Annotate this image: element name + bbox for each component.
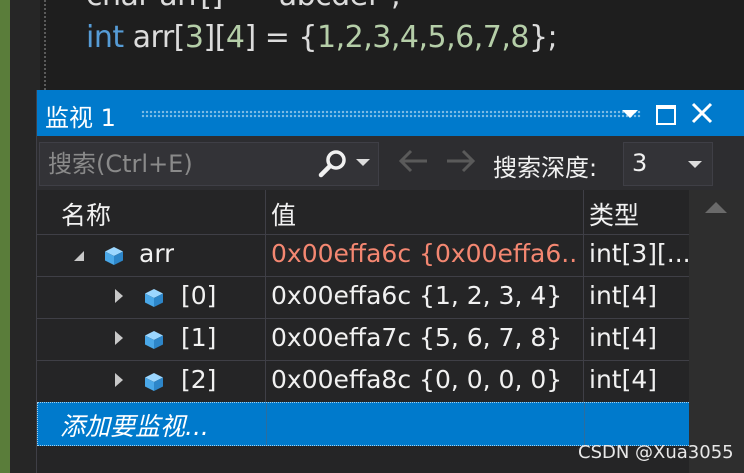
cell-divider: [265, 235, 266, 277]
watch-item-type: int[4]: [589, 365, 658, 394]
expand-triangle-icon[interactable]: [115, 289, 123, 303]
watch-item-type: int[3][...: [589, 239, 689, 268]
search-next-button[interactable]: [443, 146, 479, 184]
search-depth-value: 3: [632, 149, 648, 177]
column-header-type[interactable]: 类型: [589, 196, 639, 232]
cell-divider: [583, 361, 584, 403]
watch-window: 监视 1 搜索深度: 3: [36, 90, 744, 473]
watch-toolbar: 搜索深度: 3: [37, 136, 744, 190]
column-resizer[interactable]: [265, 190, 266, 234]
add-watch-placeholder[interactable]: 添加要监视...: [60, 407, 209, 443]
editor-left-margin: [0, 0, 10, 473]
code-editor[interactable]: char arr[] = "abcdef"; int arr[3][4] = {…: [0, 0, 744, 90]
code-token: 4: [225, 20, 245, 55]
maximize-icon: [656, 105, 676, 125]
close-button[interactable]: [687, 96, 717, 130]
watch-item-type: int[4]: [589, 323, 658, 352]
chevron-down-icon: [622, 110, 638, 118]
watch-item-type: int[4]: [589, 281, 658, 310]
keyword-int: int: [86, 20, 124, 55]
variable-cube-icon: [145, 289, 163, 307]
watch-item-name: [2]: [181, 365, 217, 394]
titlebar-grip[interactable]: [141, 110, 641, 118]
chevron-down-icon: [688, 161, 702, 168]
code-line-array-decl: int arr[3][4] = {1,2,3,4,5,6,7,8};: [86, 20, 558, 55]
vertical-scrollbar[interactable]: [689, 190, 744, 473]
expand-triangle-icon[interactable]: [115, 331, 123, 345]
table-row[interactable]: [1] 0x00effa7c {5, 6, 7, 8} int[4]: [37, 318, 689, 361]
search-depth-label: 搜索深度:: [493, 154, 598, 182]
search-icon[interactable]: [316, 149, 350, 179]
code-token: ][: [203, 20, 226, 55]
arrow-left-icon: [398, 149, 427, 173]
watch-item-value[interactable]: 0x00effa7c {5, 6, 7, 8}: [271, 323, 579, 352]
code-token: };: [528, 20, 558, 55]
column-header-name[interactable]: 名称: [61, 196, 111, 232]
search-box[interactable]: [39, 142, 379, 186]
table-row[interactable]: [0] 0x00effa6c {1, 2, 3, 4} int[4]: [37, 276, 689, 319]
indent-guide: [44, 0, 48, 90]
column-resizer[interactable]: [583, 190, 584, 234]
code-token: 3: [184, 20, 204, 55]
code-token: arr[: [123, 20, 186, 55]
code-token: ] = {: [244, 20, 318, 55]
search-input[interactable]: [46, 148, 310, 180]
cell-divider: [265, 361, 266, 403]
watch-item-value[interactable]: 0x00effa8c {0, 0, 0, 0}: [271, 365, 579, 394]
maximize-button[interactable]: [651, 96, 681, 130]
expand-triangle-icon[interactable]: [115, 373, 123, 387]
variable-cube-icon: [105, 247, 123, 265]
cell-divider: [265, 319, 266, 361]
scroll-up-icon[interactable]: [705, 202, 727, 213]
cell-divider: [265, 277, 266, 319]
window-position-dropdown[interactable]: [615, 96, 645, 130]
cell-divider: [583, 235, 584, 277]
close-icon: [691, 102, 713, 124]
watch-title: 监视 1: [45, 104, 116, 132]
cell-divider: [584, 403, 585, 445]
code-line-previous: char arr[] = "abcdef";: [86, 0, 401, 13]
watch-grid: 名称 值 类型 arr 0x00effa6c {0x00effa6... int…: [37, 190, 744, 473]
collapse-triangle-icon[interactable]: [73, 247, 85, 266]
watermark: CSDN @Xua3055: [578, 442, 734, 463]
watch-item-name: [0]: [181, 281, 217, 310]
watch-titlebar[interactable]: 监视 1: [37, 90, 744, 136]
cell-divider: [583, 277, 584, 319]
table-row[interactable]: arr 0x00effa6c {0x00effa6... int[3][...: [37, 234, 689, 277]
column-header-value[interactable]: 值: [271, 196, 296, 232]
cell-divider: [583, 319, 584, 361]
variable-cube-icon: [145, 331, 163, 349]
add-watch-row[interactable]: 添加要监视...: [37, 402, 691, 446]
code-token: 1,2,3,4,5,6,7,8: [317, 20, 529, 55]
variable-cube-icon: [145, 373, 163, 391]
watch-item-value[interactable]: 0x00effa6c {0x00effa6...: [271, 239, 579, 268]
arrow-right-icon: [447, 149, 476, 173]
watch-item-name: arr: [139, 239, 175, 268]
cell-divider: [266, 403, 267, 445]
watch-item-value[interactable]: 0x00effa6c {1, 2, 3, 4}: [271, 281, 579, 310]
table-row[interactable]: [2] 0x00effa8c {0, 0, 0, 0} int[4]: [37, 360, 689, 403]
search-depth-select[interactable]: 3: [623, 142, 713, 186]
grid-header: 名称 值 类型: [37, 190, 689, 234]
watch-item-name: [1]: [181, 323, 217, 352]
search-previous-button[interactable]: [395, 146, 431, 184]
search-options-dropdown[interactable]: [356, 159, 370, 166]
